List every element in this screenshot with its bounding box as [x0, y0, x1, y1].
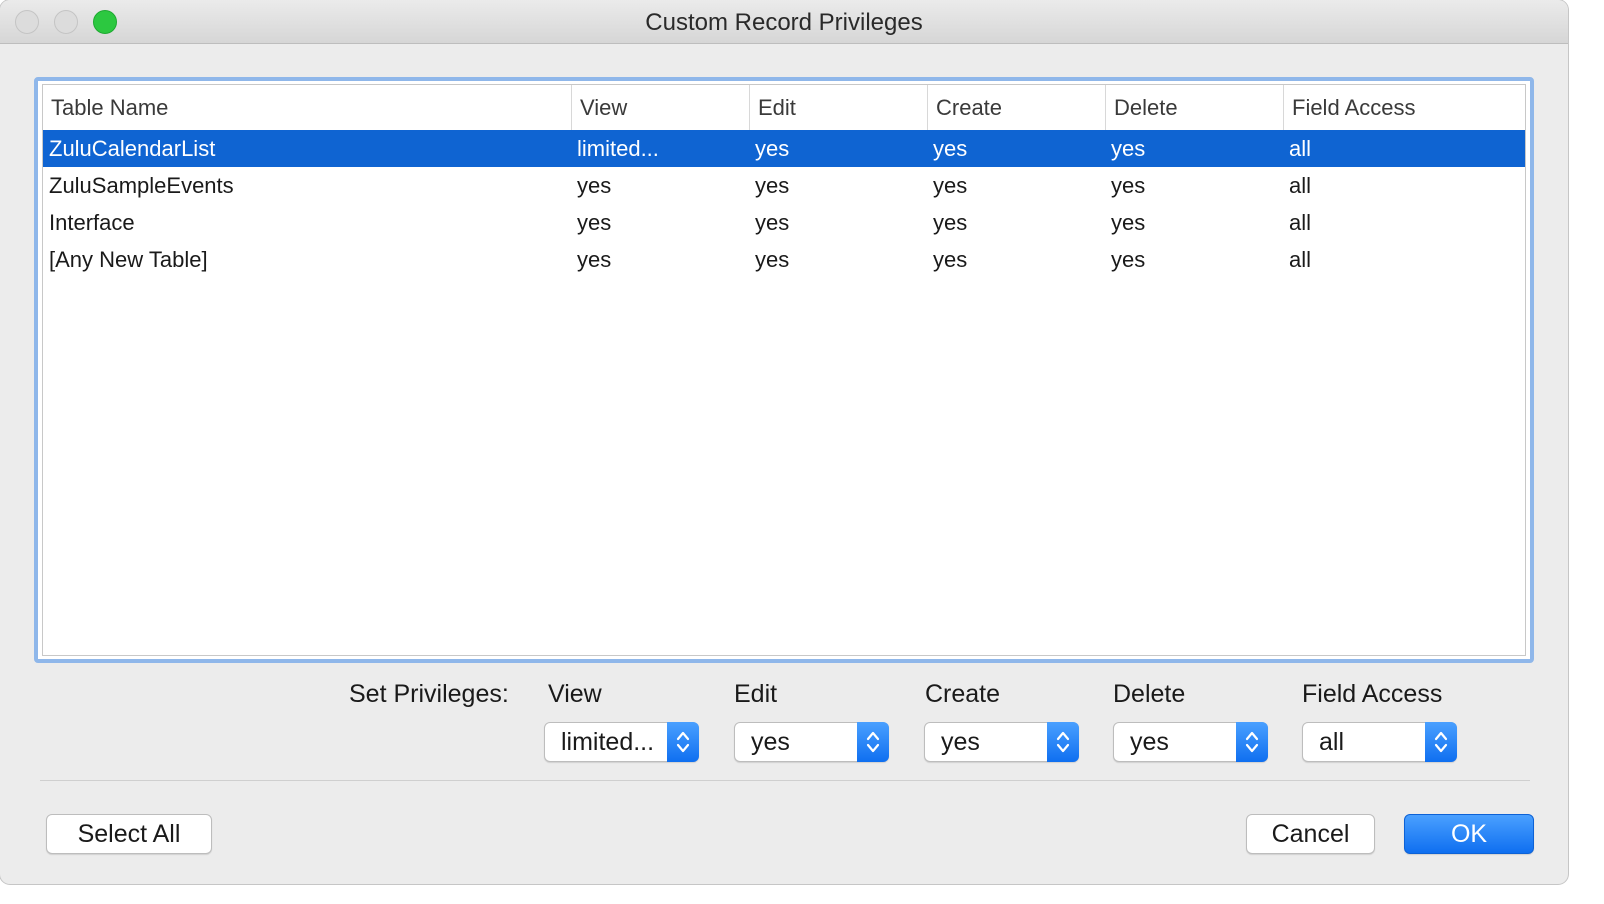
- column-header-create[interactable]: Create: [927, 85, 1105, 130]
- edit-popup[interactable]: yes: [734, 722, 889, 762]
- cell-table-name: Interface: [49, 210, 135, 235]
- view-popup[interactable]: limited...: [544, 722, 699, 762]
- delete-popup[interactable]: yes: [1113, 722, 1268, 762]
- column-header-delete[interactable]: Delete: [1105, 85, 1283, 130]
- cell-view: yes: [577, 210, 612, 235]
- delete-popup-value: yes: [1130, 728, 1169, 756]
- cell-field-access: all: [1289, 173, 1312, 198]
- cell-view: yes: [577, 173, 612, 198]
- cell-edit: yes: [755, 136, 790, 161]
- set-privileges-label: Set Privileges:: [349, 680, 509, 708]
- cell-table-name: ZuluSampleEvents: [49, 173, 234, 198]
- cancel-button[interactable]: Cancel: [1246, 814, 1375, 854]
- cell-create: yes: [933, 136, 968, 161]
- ok-button[interactable]: OK: [1404, 814, 1534, 854]
- column-header-field-access[interactable]: Field Access: [1283, 85, 1527, 130]
- privileges-table[interactable]: Table Name View Edit Create Delete Field…: [34, 77, 1534, 663]
- select-all-button[interactable]: Select All: [46, 814, 212, 854]
- cell-table-name: ZuluCalendarList: [49, 136, 216, 161]
- cell-delete: yes: [1111, 210, 1146, 235]
- column-header-edit[interactable]: Edit: [749, 85, 927, 130]
- field-access-popup[interactable]: all: [1302, 722, 1457, 762]
- up-down-chevron-icon: [1236, 722, 1268, 762]
- cell-table-name: [Any New Table]: [49, 247, 208, 272]
- up-down-chevron-icon: [1425, 722, 1457, 762]
- table-row[interactable]: Interface yes yes yes yes all: [43, 204, 1525, 241]
- column-header-view[interactable]: View: [571, 85, 749, 130]
- cell-delete: yes: [1111, 247, 1146, 272]
- view-popup-value: limited...: [561, 728, 655, 756]
- table-body-area: Table Name View Edit Create Delete Field…: [42, 84, 1526, 656]
- cell-create: yes: [933, 247, 968, 272]
- cell-view: limited...: [577, 136, 659, 161]
- cell-delete: yes: [1111, 173, 1146, 198]
- table-row[interactable]: ZuluSampleEvents yes yes yes yes all: [43, 167, 1525, 204]
- view-label: View: [548, 680, 602, 708]
- create-popup-value: yes: [941, 728, 980, 756]
- cell-field-access: all: [1289, 136, 1312, 161]
- cell-create: yes: [933, 173, 968, 198]
- cell-create: yes: [933, 210, 968, 235]
- cell-edit: yes: [755, 210, 790, 235]
- delete-label: Delete: [1113, 680, 1186, 708]
- dialog-window: Custom Record Privileges Table Name View…: [0, 0, 1568, 884]
- cell-field-access: all: [1289, 247, 1312, 272]
- table-rows: ZuluCalendarList limited... yes yes yes …: [43, 130, 1525, 655]
- divider: [40, 780, 1530, 781]
- table-header: Table Name View Edit Create Delete Field…: [43, 85, 1525, 130]
- table-row[interactable]: [Any New Table] yes yes yes yes all: [43, 241, 1525, 278]
- field-access-popup-value: all: [1319, 728, 1345, 756]
- up-down-chevron-icon: [1047, 722, 1079, 762]
- cell-view: yes: [577, 247, 612, 272]
- field-access-label: Field Access: [1302, 680, 1443, 708]
- up-down-chevron-icon: [667, 722, 699, 762]
- cell-edit: yes: [755, 247, 790, 272]
- cell-edit: yes: [755, 173, 790, 198]
- edit-label: Edit: [734, 680, 778, 708]
- edit-popup-value: yes: [751, 728, 790, 756]
- column-header-table-name[interactable]: Table Name: [43, 85, 571, 130]
- cell-delete: yes: [1111, 136, 1146, 161]
- title-bar: Custom Record Privileges: [0, 0, 1568, 44]
- window-title: Custom Record Privileges: [645, 9, 923, 36]
- table-row[interactable]: ZuluCalendarList limited... yes yes yes …: [43, 130, 1525, 167]
- create-popup[interactable]: yes: [924, 722, 1079, 762]
- cell-field-access: all: [1289, 210, 1312, 235]
- up-down-chevron-icon: [857, 722, 889, 762]
- create-label: Create: [925, 680, 1001, 708]
